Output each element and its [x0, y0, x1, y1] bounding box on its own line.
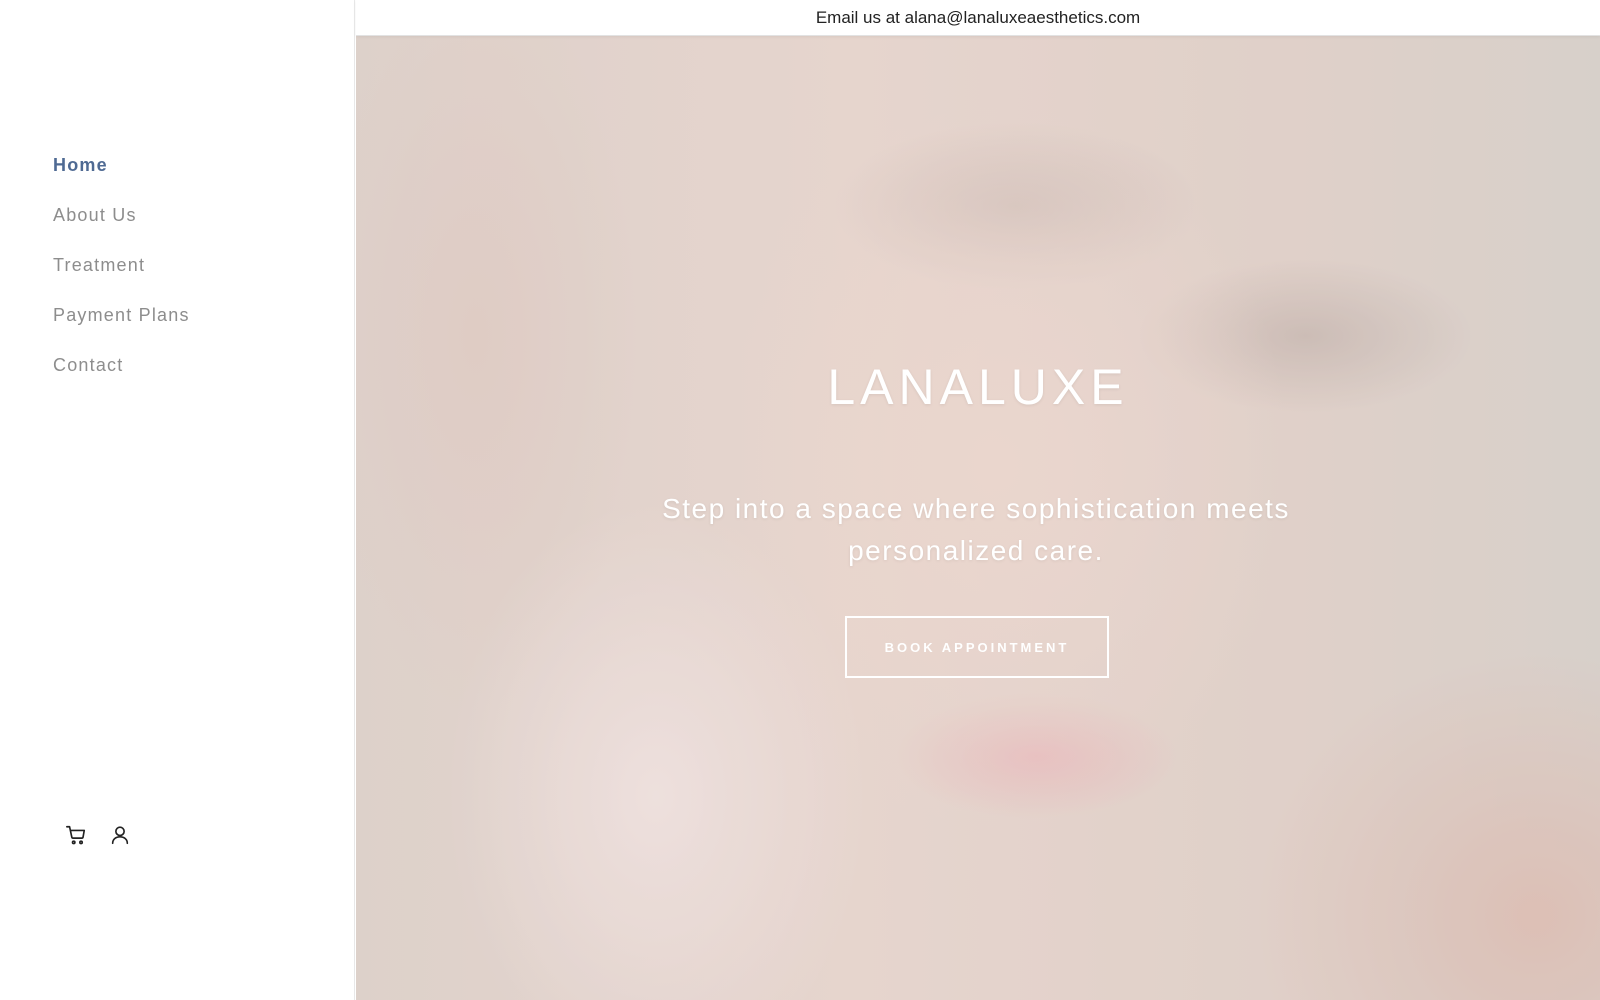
announcement-bar: Email us at alana@lanaluxeaesthetics.com	[356, 0, 1600, 36]
nav-item-contact[interactable]: Contact	[53, 350, 190, 400]
hero-section: LANALUXE Step into a space where sophist…	[356, 36, 1600, 1000]
hero-tagline: Step into a space where sophistication m…	[662, 493, 1290, 566]
nav-item-about-us[interactable]: About Us	[53, 200, 190, 250]
cart-icon[interactable]	[64, 823, 88, 847]
nav-item-payment-plans[interactable]: Payment Plans	[53, 300, 190, 350]
user-icon[interactable]	[108, 823, 132, 847]
book-appointment-button[interactable]: BOOK APPOINTMENT	[845, 616, 1109, 678]
nav-item-home[interactable]: Home	[53, 150, 190, 200]
hero-content: LANALUXE Step into a space where sophist…	[356, 36, 1600, 1000]
nav-item-treatment[interactable]: Treatment	[53, 250, 190, 300]
brand-title: LANALUXE	[827, 359, 1129, 415]
sidebar: Home About Us Treatment Payment Plans Co…	[0, 0, 355, 1000]
sidebar-icon-group	[64, 823, 132, 847]
main-navigation: Home About Us Treatment Payment Plans Co…	[53, 150, 190, 400]
email-announcement[interactable]: Email us at alana@lanaluxeaesthetics.com	[816, 8, 1140, 28]
